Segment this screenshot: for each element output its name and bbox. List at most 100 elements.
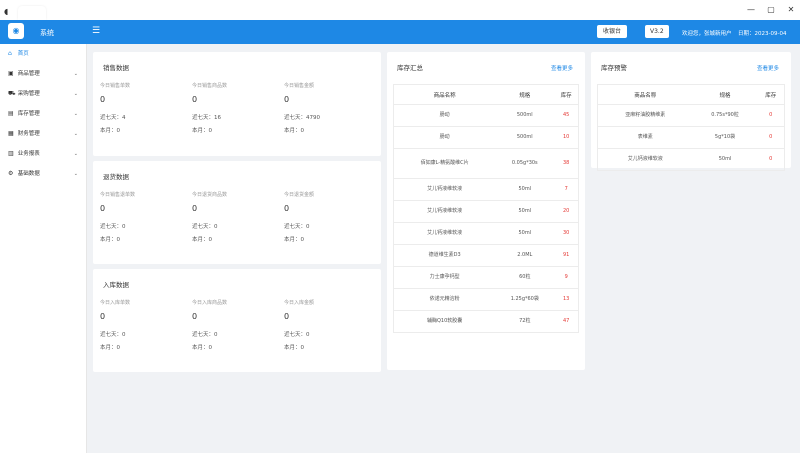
column-header: 商品名称 — [596, 84, 693, 105]
settings-icon: ⚙ — [8, 170, 14, 177]
cell-stock: 45 — [554, 104, 580, 127]
sidebar-item-label: 首页 — [17, 51, 29, 57]
card-title: 库存预警 — [601, 64, 627, 72]
stock-alert-table: 商品名称 规格 库存 亚麻籽油胶精维素 0.75s*90粒 0 表维素 5g*10袋 0… — [596, 84, 786, 171]
stock-icon: ▤ — [8, 110, 14, 117]
stat-week: 近七天：16 — [192, 115, 221, 121]
stat-month: 本月：0 — [192, 128, 212, 134]
cell-spec: 5g*10袋 — [692, 126, 758, 149]
sidebar-item-stock[interactable]: ▤ 库存管理 ⌄ — [0, 104, 86, 124]
sidebar-item-goods[interactable]: ▣ 商品管理 ⌄ — [0, 64, 86, 84]
sidebar-item-home[interactable]: ⌂ 首页 — [0, 44, 86, 64]
stat-label: 今日销售单数 — [100, 83, 131, 89]
app-name: 系统 — [40, 29, 54, 37]
cashier-button[interactable]: 收银台 — [597, 25, 628, 38]
stat-value: 0 — [284, 204, 290, 213]
stat-label: 今日销售退单数 — [100, 192, 136, 198]
minimize-button[interactable]: — — [744, 5, 758, 14]
card-title: 入库数据 — [103, 281, 129, 289]
sidebar-item-basic-data[interactable]: ⚙ 基础数据 ⌄ — [0, 164, 86, 184]
cell-name: 辅酶Q10软胶囊 — [393, 310, 496, 333]
stat-month: 本月：0 — [100, 345, 120, 351]
cell-spec: 1.25g*60袋 — [495, 288, 555, 311]
browser-tab[interactable] — [18, 6, 46, 20]
sidebar-item-label: 基础数据 — [17, 171, 40, 177]
chevron-down-icon: ⌄ — [73, 111, 78, 117]
cell-name: 力士康孕钙型 — [393, 266, 496, 289]
stat-week: 近七天：0 — [100, 224, 126, 230]
stat-week: 近七天：0 — [284, 332, 310, 338]
column-header: 规格 — [692, 84, 758, 105]
view-more-link[interactable]: 查看更多 — [757, 64, 779, 72]
cell-name: 肠动 — [393, 104, 496, 127]
stat-value: 0 — [100, 95, 106, 104]
top-header: ◉ 系统 ☰ 收银台 V3.2 欢迎您，张城新用户 日期：2023-09-04 — [0, 20, 800, 44]
stat-week: 近七天：0 — [100, 332, 126, 338]
stat-week: 近七天：4790 — [284, 115, 320, 121]
table-row: 艾儿钙液维软液 50ml 20 — [393, 200, 580, 223]
cell-spec: 0.05g*30s — [495, 148, 555, 179]
stat-label: 今日退货商品数 — [192, 192, 228, 198]
stat-value: 0 — [284, 95, 290, 104]
view-more-link[interactable]: 查看更多 — [551, 64, 573, 72]
sidebar-item-finance[interactable]: ▦ 财务管理 ⌄ — [0, 124, 86, 144]
version-badge: V3.2 — [645, 25, 669, 38]
cell-stock: 0 — [757, 148, 786, 171]
cell-stock: 7 — [554, 178, 580, 201]
home-icon: ⌂ — [8, 50, 12, 57]
table-row: 肠动 500ml 10 — [393, 126, 580, 149]
cell-name: 肠动 — [393, 126, 496, 149]
chevron-down-icon: ⌄ — [73, 91, 78, 97]
stat-label: 今日销售商品数 — [192, 83, 228, 89]
stat-label: 今日入库单数 — [100, 300, 131, 306]
stat-week: 近七天：4 — [100, 115, 126, 121]
cell-spec: 0.75s*90粒 — [692, 104, 758, 127]
cell-name: 艾儿钙液维软液 — [393, 178, 496, 201]
welcome-text[interactable]: 欢迎您，张城新用户 — [682, 29, 732, 37]
sidebar: ⌂ 首页 ▣ 商品管理 ⌄ ⛟ 采购管理 ⌄ ▤ 库存管理 ⌄ ▦ 财务管理 ⌄… — [0, 44, 87, 453]
card-title: 退货数据 — [103, 173, 129, 181]
maximize-button[interactable]: ▢ — [764, 5, 778, 14]
finance-icon: ▦ — [8, 130, 14, 137]
date-text: 日期：2023-09-04 — [738, 31, 787, 37]
cell-spec: 50ml — [495, 222, 555, 245]
stock-alert-card: 库存预警 查看更多 商品名称 规格 库存 亚麻籽油胶精维素 0.75s*90粒 0 … — [591, 52, 791, 171]
stat-label: 今日入库商品数 — [192, 300, 228, 306]
window-titlebar: ◖ — ▢ ✕ — [0, 0, 800, 20]
sidebar-item-label: 商品管理 — [17, 71, 40, 77]
stat-column: 今日退货商品数 0 近七天：0 本月：0 — [191, 191, 283, 248]
cell-stock: 0 — [757, 104, 786, 127]
cell-spec: 500ml — [495, 126, 555, 149]
sidebar-item-label: 采购管理 — [17, 91, 40, 97]
cell-spec: 72粒 — [495, 310, 555, 333]
table-row: 力士康孕钙型 60粒 9 — [393, 266, 580, 289]
menu-toggle-icon[interactable]: ☰ — [92, 26, 100, 36]
stat-month: 本月：0 — [284, 345, 304, 351]
table-row: 依诺元精溶粉 1.25g*60袋 13 — [393, 288, 580, 311]
sidebar-item-purchase[interactable]: ⛟ 采购管理 ⌄ — [0, 84, 86, 104]
table-row: 艾儿钙液维软液 50ml 7 — [393, 178, 580, 201]
stat-label: 今日销售金额 — [284, 83, 315, 89]
main-content: 销售数据 今日销售单数 0 近七天：4 本月：0 今日销售商品数 0 近七天：1… — [87, 44, 800, 453]
back-icon[interactable]: ◖ — [4, 7, 8, 16]
chevron-down-icon: ⌄ — [73, 131, 78, 137]
stat-month: 本月：0 — [100, 237, 120, 243]
stat-value: 0 — [100, 204, 106, 213]
chevron-down-icon: ⌄ — [73, 71, 78, 77]
cell-stock: 38 — [554, 148, 580, 179]
stat-month: 本月：0 — [192, 345, 212, 351]
stock-summary-table: 商品名称 规格 库存 肠动 500ml 45 肠动 500ml 10 佰如康L-精氨酸维… — [393, 84, 580, 333]
sidebar-item-label: 库存管理 — [17, 111, 40, 117]
sidebar-item-reports[interactable]: ▥ 业务报表 ⌄ — [0, 144, 86, 164]
table-row: 佰如康L-精氨酸维C片 0.05g*30s 38 — [393, 148, 580, 179]
stat-value: 0 — [192, 312, 198, 321]
close-button[interactable]: ✕ — [784, 5, 798, 14]
table-row: 德道维生素D3 2.0ML 91 — [393, 244, 580, 267]
cell-stock: 10 — [554, 126, 580, 149]
goods-icon: ▣ — [8, 70, 14, 77]
column-header: 库存 — [554, 84, 580, 105]
stat-value: 0 — [284, 312, 290, 321]
cell-stock: 20 — [554, 200, 580, 223]
stat-column: 今日退货金额 0 近七天：0 本月：0 — [283, 191, 375, 248]
table-row: 表维素 5g*10袋 0 — [596, 126, 786, 149]
